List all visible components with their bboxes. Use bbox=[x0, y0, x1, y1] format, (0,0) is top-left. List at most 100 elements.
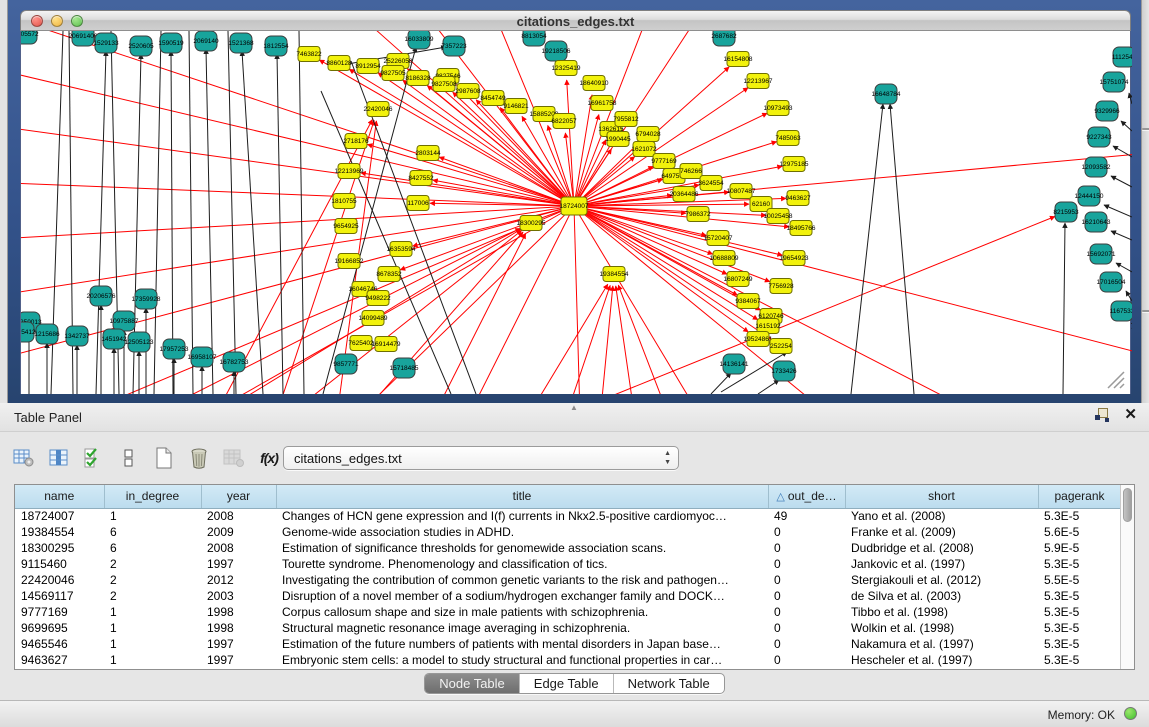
graph-node-label: 19218506 bbox=[542, 48, 571, 55]
graph-node-label: 1615192 bbox=[755, 323, 781, 330]
graph-node-label: 9227343 bbox=[1086, 134, 1112, 141]
graph-node-label: 10975887 bbox=[110, 318, 139, 325]
table-cell: Changes of HCN gene expression and I(f) … bbox=[276, 508, 768, 524]
graph-node-label: 2987608 bbox=[455, 88, 481, 95]
graph-node-label: 19654923 bbox=[780, 255, 809, 262]
table-cell: 0 bbox=[768, 588, 845, 604]
graph-node-label: 19384554 bbox=[600, 271, 629, 278]
table-cell: 1997 bbox=[201, 652, 276, 668]
table-cell: 1997 bbox=[201, 636, 276, 652]
tab-edge-table[interactable]: Edge Table bbox=[520, 674, 614, 693]
table-row[interactable]: 1456911722003Disruption of a novel membe… bbox=[15, 588, 1121, 604]
new-file-icon[interactable] bbox=[153, 447, 175, 469]
table-scrollbar[interactable] bbox=[1120, 485, 1134, 669]
column-header-short[interactable]: short bbox=[845, 485, 1038, 508]
table-header-row: namein_degreeyeartitle△out_de…shortpager… bbox=[15, 485, 1121, 508]
graph-edge bbox=[1111, 176, 1132, 187]
column-header-pagerank[interactable]: pagerank bbox=[1038, 485, 1121, 508]
table-cell: Yano et al. (2008) bbox=[845, 508, 1038, 524]
table-cell: 14569117 bbox=[15, 588, 104, 604]
graph-node-label: 9827508 bbox=[431, 81, 457, 88]
row-height-icon[interactable] bbox=[118, 447, 140, 469]
table-panel-title: Table Panel bbox=[14, 410, 82, 425]
graph-node-label: 1112544 bbox=[1112, 54, 1132, 61]
column-header-title[interactable]: title bbox=[276, 485, 768, 508]
graph-edge bbox=[616, 286, 641, 394]
table-cell: Structural magnetic resonance image aver… bbox=[276, 620, 768, 636]
graph-node-label: 16648784 bbox=[872, 91, 901, 98]
tab-node-table[interactable]: Node Table bbox=[425, 674, 520, 693]
select-columns-icon[interactable] bbox=[83, 447, 105, 469]
graph-node-label: 3624554 bbox=[698, 180, 724, 187]
graph-node-label: 1621072 bbox=[631, 146, 657, 153]
table-row[interactable]: 946554611997Estimation of the future num… bbox=[15, 636, 1121, 652]
column-header-in_degree[interactable]: in_degree bbox=[104, 485, 201, 508]
table-cell: Estimation of significance thresholds fo… bbox=[276, 540, 768, 556]
table-selector-dropdown[interactable]: citations_edges.txt ▲▼ bbox=[283, 446, 679, 470]
float-panel-icon[interactable] bbox=[1095, 408, 1110, 422]
table-row[interactable]: 946362711997Embryonic stem cells: a mode… bbox=[15, 652, 1121, 668]
table-row[interactable]: 2242004622012Investigating the contribut… bbox=[15, 572, 1121, 588]
graph-node-label: 17016504 bbox=[1097, 279, 1126, 286]
graph-node-label: 9654925 bbox=[333, 223, 359, 230]
table-cell: Stergiakouli et al. (2012) bbox=[845, 572, 1038, 588]
table-cell: 5.3E-5 bbox=[1038, 620, 1121, 636]
graph-node-label: 22420046 bbox=[364, 106, 393, 113]
graph-node-label: 12213967 bbox=[744, 78, 773, 85]
graph-node-label: 16914479 bbox=[372, 341, 401, 348]
network-window-titlebar[interactable]: citations_edges.txt bbox=[20, 10, 1131, 31]
column-visibility-icon[interactable] bbox=[48, 447, 70, 469]
resize-grip[interactable] bbox=[1104, 368, 1126, 390]
graph-node-label: 1810755 bbox=[331, 198, 357, 205]
column-header-name[interactable]: name bbox=[15, 485, 104, 508]
table-scrollbar-thumb[interactable] bbox=[1123, 488, 1132, 522]
function-builder-icon[interactable]: f(x) bbox=[258, 447, 280, 469]
graph-node-label: 12975185 bbox=[780, 161, 809, 168]
delete-icon[interactable] bbox=[188, 447, 210, 469]
graph-node-label: 9463627 bbox=[785, 195, 811, 202]
table-cell: Disruption of a novel member of a sodium… bbox=[276, 588, 768, 604]
table-row[interactable]: 969969511998Structural magnetic resonanc… bbox=[15, 620, 1121, 636]
table-selector-value: citations_edges.txt bbox=[294, 451, 402, 466]
graph-node-label: 16807249 bbox=[724, 276, 753, 283]
table-cell: 49 bbox=[768, 508, 845, 524]
citation-network-graph: 8813054192185067357223160338092687682985… bbox=[21, 31, 1132, 394]
graph-node-label: 8678352 bbox=[376, 271, 402, 278]
table-cell: 9115460 bbox=[15, 556, 104, 572]
splitter-handle[interactable]: ▲ bbox=[570, 403, 578, 412]
table-cell: Dudbridge et al. (2008) bbox=[845, 540, 1038, 556]
graph-node-label: 6794028 bbox=[635, 131, 661, 138]
left-edge-strip bbox=[0, 0, 8, 403]
table-row[interactable]: 1872400712008Changes of HCN gene express… bbox=[15, 508, 1121, 524]
table-settings-icon[interactable] bbox=[13, 447, 35, 469]
table-cell: 2 bbox=[104, 572, 201, 588]
network-canvas[interactable]: 8813054192185067357223160338092687682985… bbox=[20, 31, 1131, 394]
table-cell: 1 bbox=[104, 604, 201, 620]
table-cell: 5.3E-5 bbox=[1038, 652, 1121, 668]
table-row[interactable]: 911546021997Tourette syndrome. Phenomeno… bbox=[15, 556, 1121, 572]
tab-network-table[interactable]: Network Table bbox=[614, 674, 724, 693]
graph-node-label: 8186328 bbox=[405, 75, 431, 82]
table-cell: 0 bbox=[768, 524, 845, 540]
table-row[interactable]: 977716911998Corpus callosum shape and si… bbox=[15, 604, 1121, 620]
table-cell: 1998 bbox=[201, 620, 276, 636]
graph-node-label: 8860128 bbox=[326, 60, 352, 67]
column-header-year[interactable]: year bbox=[201, 485, 276, 508]
graph-node-label: 17957253 bbox=[160, 346, 189, 353]
graph-edge bbox=[242, 51, 263, 394]
table-cell: 22420046 bbox=[15, 572, 104, 588]
graph-node-label: 2520605 bbox=[128, 43, 154, 50]
memory-status-indicator[interactable] bbox=[1124, 707, 1137, 720]
table-cell: Tourette syndrome. Phenomenology and cla… bbox=[276, 556, 768, 572]
table-cell: 5.3E-5 bbox=[1038, 556, 1121, 572]
graph-node-label: 1342737 bbox=[64, 333, 90, 340]
table-row[interactable]: 1938455462009Genome-wide association stu… bbox=[15, 524, 1121, 540]
close-panel-icon[interactable]: ✕ bbox=[1124, 408, 1137, 422]
table-cell: 0 bbox=[768, 540, 845, 556]
graph-edge bbox=[321, 206, 574, 394]
column-header-out_de[interactable]: △out_de… bbox=[768, 485, 845, 508]
graph-node-label: 15718485 bbox=[390, 365, 419, 372]
table-row[interactable]: 1830029562008Estimation of significance … bbox=[15, 540, 1121, 556]
table-cell: Estimation of the future numbers of pati… bbox=[276, 636, 768, 652]
graph-node-label: 117006 bbox=[407, 200, 429, 207]
